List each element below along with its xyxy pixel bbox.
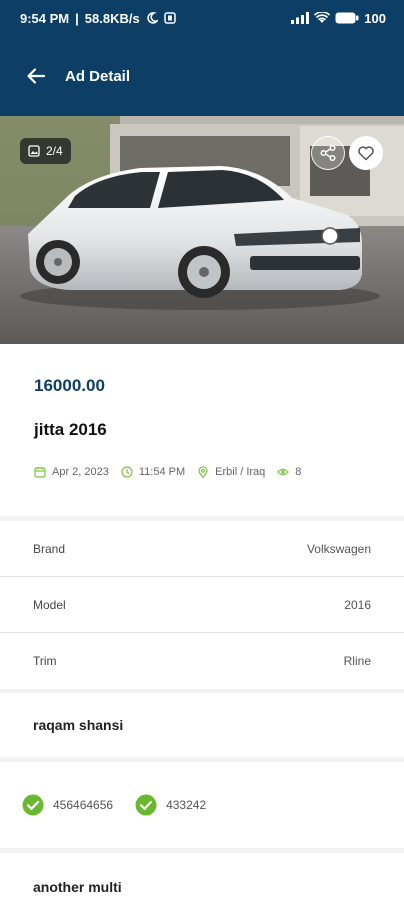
calendar-icon <box>34 467 46 478</box>
ad-title: jitta 2016 <box>34 420 107 439</box>
spec-label: Brand <box>33 541 66 556</box>
wifi-icon <box>314 12 331 24</box>
ad-price: 16000.00 <box>34 376 105 395</box>
spec-row-brand: Brand Volkswagen <box>0 521 404 577</box>
eye-icon <box>277 468 290 476</box>
heart-icon <box>358 146 374 161</box>
spec-label: Trim <box>33 654 57 668</box>
image-counter: 2/4 <box>20 138 71 164</box>
meta-views: 8 <box>277 466 301 478</box>
specs-table: Brand Volkswagen Model 2016 Trim Rline <box>0 521 404 689</box>
back-button[interactable] <box>24 64 48 88</box>
spec-value: Rline <box>343 654 371 668</box>
checked-item-text: 456464656 <box>53 798 114 812</box>
meta-location: Erbil / Iraq <box>197 466 265 478</box>
status-bar: 9:54 PM | 58.8KB/s 100 <box>0 0 404 36</box>
ad-image-gallery[interactable]: 2/4 <box>0 116 404 344</box>
clock-icon <box>121 466 133 478</box>
spec-label: Model <box>33 597 66 612</box>
share-icon <box>320 144 336 162</box>
section-title-another-multi: another multi <box>0 853 404 900</box>
checked-item: 456464656 <box>22 794 113 816</box>
battery-icon <box>335 12 359 24</box>
status-time: 9:54 PM <box>20 10 70 26</box>
meta-views-text: 8 <box>295 466 302 478</box>
notification-icon <box>163 12 176 24</box>
meta-date: Apr 2, 2023 <box>34 466 109 478</box>
meta-date-text: Apr 2, 2023 <box>52 466 109 478</box>
favorite-button[interactable] <box>349 136 383 170</box>
spec-row-model: Model 2016 <box>0 577 404 633</box>
moon-icon <box>146 12 158 24</box>
share-button[interactable] <box>311 136 345 170</box>
status-network-speed: 58.8KB/s <box>84 10 140 26</box>
arrow-left-icon <box>27 68 46 84</box>
check-circle-icon <box>135 794 157 816</box>
page-title: Ad Detail <box>65 67 131 85</box>
check-circle-icon <box>22 794 44 816</box>
meta-time-text: 11:54 PM <box>138 466 186 478</box>
location-pin-icon <box>198 466 208 478</box>
meta-location-text: Erbil / Iraq <box>215 466 266 478</box>
spec-row-trim: Trim Rline <box>0 633 404 689</box>
app-bar: Ad Detail <box>0 36 404 116</box>
signal-icon <box>291 12 310 24</box>
raqam-shansi-values: 456464656 433242 <box>0 762 404 848</box>
checked-item: 433242 <box>135 794 206 816</box>
meta-time: 11:54 PM <box>121 466 185 478</box>
spec-value: Volkswagen <box>306 541 371 556</box>
ad-summary: 16000.00 jitta 2016 Apr 2, 2023 11:54 PM… <box>0 344 404 516</box>
checked-item-text: 433242 <box>166 798 207 812</box>
battery-level: 100 <box>364 10 386 26</box>
image-icon <box>28 145 40 157</box>
spec-value: 2016 <box>344 597 371 612</box>
section-title-raqam-shansi: raqam shansi <box>0 693 404 757</box>
ad-meta: Apr 2, 2023 11:54 PM Erbil / Iraq 8 <box>34 466 313 478</box>
image-counter-text: 2/4 <box>46 144 63 158</box>
